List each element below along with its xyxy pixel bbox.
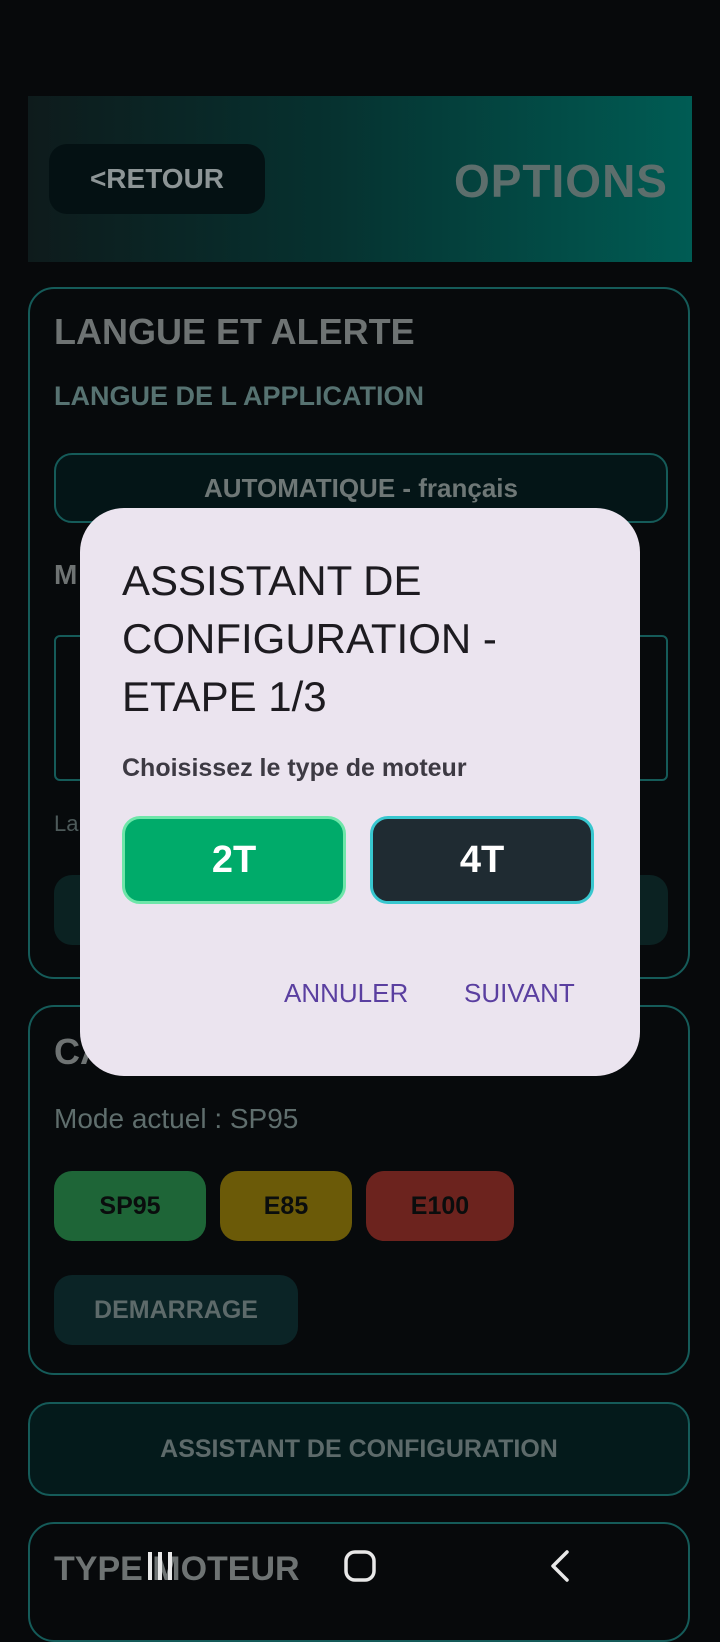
system-nav-bar — [0, 1536, 720, 1600]
page-title: OPTIONS — [453, 155, 668, 207]
header-bar: <RETOUR OPTIONS — [28, 96, 692, 262]
card-title-language: LANGUE ET ALERTE — [54, 311, 415, 352]
start-button[interactable]: DEMARRAGE — [54, 1275, 298, 1345]
back-button[interactable]: <RETOUR — [49, 144, 265, 214]
setup-assistant-button[interactable]: ASSISTANT DE CONFIGURATION — [28, 1402, 690, 1496]
language-subtitle: LANGUE DE L APPLICATION — [54, 381, 425, 411]
recent-apps-icon[interactable] — [130, 1544, 190, 1588]
setup-dialog: ASSISTANT DE CONFIGURATION - ETAPE 1/3 C… — [80, 508, 640, 1076]
fuel-mode-text: Mode actuel : SP95 — [54, 1103, 299, 1134]
dialog-title: ASSISTANT DE CONFIGURATION - ETAPE 1/3 — [122, 557, 497, 720]
engine-4t-button[interactable]: 4T — [370, 816, 594, 904]
fuel-sp95-button[interactable]: SP95 — [54, 1171, 206, 1241]
alert-heading: M — [54, 559, 78, 590]
alert-note: La — [54, 811, 79, 836]
fuel-e85-button[interactable]: E85 — [220, 1171, 352, 1241]
options-screen: <RETOUR OPTIONS LANGUE ET ALERTE LANGUE … — [0, 0, 720, 1642]
back-icon[interactable] — [530, 1544, 590, 1588]
home-icon[interactable] — [330, 1544, 390, 1588]
engine-2t-button[interactable]: 2T — [122, 816, 346, 904]
dialog-label: Choisissez le type de moteur — [122, 754, 467, 782]
cancel-button[interactable]: ANNULER — [284, 978, 408, 1009]
next-button[interactable]: SUIVANT — [464, 978, 575, 1009]
fuel-e100-button[interactable]: E100 — [366, 1171, 514, 1241]
